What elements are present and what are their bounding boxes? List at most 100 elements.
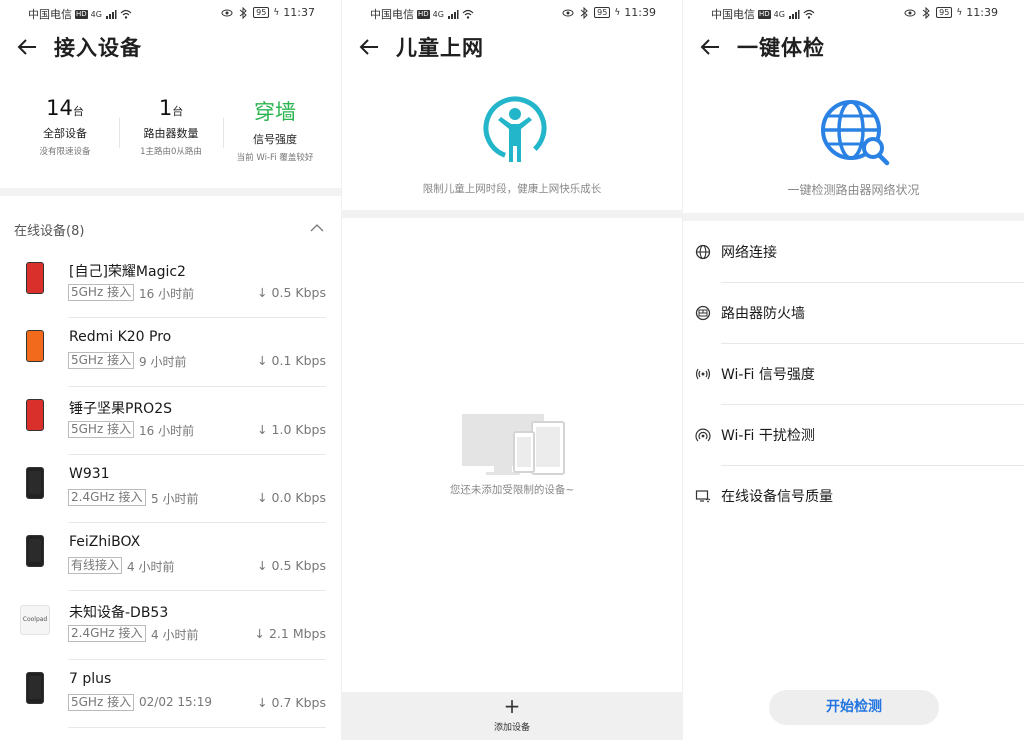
connection-tag: 2.4GHz 接入	[68, 625, 146, 643]
clock: 11:37	[283, 6, 315, 19]
wifi-interference-icon	[695, 428, 711, 442]
status-bar: 中国电信 HD 4G 95 ϟ 11:37	[0, 0, 341, 24]
signal-icon	[788, 10, 800, 19]
page-title: 接入设备	[54, 36, 142, 60]
phone-screen	[29, 266, 41, 289]
check-item-firewall[interactable]: 路由器防火墙	[683, 283, 1024, 344]
bluetooth-icon	[922, 6, 930, 19]
eye-icon	[221, 9, 233, 16]
device-row[interactable]: W931 2.4GHz 接入 5 小时前 ↓ 0.0 Kbps	[0, 455, 341, 524]
stat-all-devices[interactable]: 14台 全部设备 没有限速设备	[10, 96, 120, 157]
device-name: W931	[69, 465, 110, 482]
checkup-screen: 中国电信 HD 4G 95 ϟ 11:39 一键体检 一键检测路由器网络状况 网…	[682, 0, 1024, 740]
wifi-icon	[462, 9, 474, 19]
stat-router-count[interactable]: 1台 路由器数量 1主路由0从路由	[116, 96, 226, 157]
eye-icon	[904, 9, 916, 16]
device-row[interactable]: Redmi K20 Pro 5GHz 接入 9 小时前 ↓ 0.1 Kbps	[0, 318, 341, 387]
connection-tag: 5GHz 接入	[68, 420, 135, 438]
devices-screen: 中国电信 HD 4G 95 ϟ 11:37 接入设备 14台 全部设备 没有限速…	[0, 0, 341, 740]
huawei-phone-icon	[26, 262, 44, 294]
page-title: 儿童上网	[396, 36, 484, 60]
section-gap	[0, 188, 341, 196]
online-duration: 9 小时前	[139, 355, 187, 370]
black-phone-icon	[26, 466, 44, 499]
online-duration: 5 小时前	[151, 491, 199, 506]
devices-illustration-icon	[462, 414, 565, 475]
check-item-network[interactable]: 网络连接	[683, 222, 1024, 283]
back-arrow-icon[interactable]	[699, 36, 721, 58]
charging-icon: ϟ	[614, 7, 621, 18]
online-devices-header: 在线设备(8)	[14, 224, 85, 239]
online-duration: 16 小时前	[139, 287, 195, 301]
device-name: [自己]荣耀Magic2	[69, 264, 186, 280]
device-row[interactable]: 锤子坚果PRO2S 5GHz 接入 16 小时前 ↓ 1.0 Kbps	[0, 387, 341, 455]
stat-sub: 当前 Wi-Fi 覆盖较好	[236, 153, 314, 163]
check-items-list: 网络连接 路由器防火墙 Wi-Fi 信号强度 Wi-Fi 干扰检测 在线设备信号	[683, 222, 1024, 527]
device-row[interactable]: FeiZhiBOX 有线接入 4 小时前 ↓ 0.5 Kbps	[0, 523, 341, 592]
connection-tag: 有线接入	[68, 557, 123, 575]
device-row[interactable]: Coolpad 未知设备-DB53 2.4GHz 接入 4 小时前 ↓ 2.1 Mbps	[0, 591, 341, 660]
status-bar: 中国电信 HD 4G 95 ϟ 11:39	[683, 0, 1024, 24]
clock: 11:39	[966, 6, 998, 19]
device-name: 锤子坚果PRO2S	[69, 400, 172, 417]
back-arrow-icon[interactable]	[16, 36, 38, 58]
check-item-label: Wi-Fi 干扰检测	[721, 428, 815, 444]
stat-sub: 没有限速设备	[39, 147, 91, 157]
phone-screen	[29, 539, 41, 563]
stat-signal-strength[interactable]: 穿墙 信号强度 当前 Wi-Fi 覆盖较好	[220, 96, 330, 163]
bluetooth-icon	[580, 6, 588, 19]
signal-icon	[105, 10, 117, 19]
download-rate: ↓ 0.0 Kbps	[257, 489, 326, 505]
download-rate: ↓ 0.5 Kbps	[257, 285, 326, 300]
coolpad-logo-icon: Coolpad	[20, 605, 50, 636]
download-rate: ↓ 0.7 Kbps	[257, 694, 326, 710]
device-row[interactable]: [自己]荣耀Magic2 5GHz 接入 16 小时前 ↓ 0.5 Kbps	[0, 250, 341, 319]
title-bar: 接入设备	[0, 30, 341, 66]
checkup-description: 一键检测路由器网络状况	[787, 183, 920, 197]
device-row[interactable]: 7 plus 5GHz 接入 02/02 15:19 ↓ 0.7 Kbps	[0, 660, 341, 729]
device-list: [自己]荣耀Magic2 5GHz 接入 16 小时前 ↓ 0.5 Kbps Redmi…	[0, 250, 341, 729]
kids-description: 限制儿童上网时段，健康上网快乐成长	[422, 183, 602, 195]
connection-tag: 5GHz 接入	[68, 693, 135, 711]
hd-badge: HD	[758, 9, 771, 19]
wifi-icon	[120, 9, 132, 19]
carrier-label: 中国电信	[711, 8, 755, 21]
stats-summary: 14台 全部设备 没有限速设备 1台 路由器数量 1主路由0从路由 穿墙 信号强…	[0, 96, 341, 176]
globe-icon	[695, 244, 711, 260]
download-rate: ↓ 0.5 Kbps	[257, 558, 326, 574]
chevron-up-icon[interactable]	[309, 222, 325, 234]
wifi-strength-icon	[695, 368, 711, 380]
screenshot-collage: 中国电信 HD 4G 95 ϟ 11:37 接入设备 14台 全部设备 没有限速…	[0, 0, 1024, 740]
check-item-label: 在线设备信号质量	[721, 489, 833, 505]
battery-level: 95	[594, 7, 611, 18]
check-item-device-signal[interactable]: 在线设备信号质量	[683, 466, 1024, 527]
connection-tag: 2.4GHz 接入	[68, 488, 146, 506]
stat-unit: 台	[72, 105, 84, 118]
back-arrow-icon[interactable]	[358, 36, 380, 58]
online-duration: 4 小时前	[151, 628, 199, 643]
connection-tag: 5GHz 接入	[68, 284, 135, 301]
add-device-button[interactable]: + 添加设备	[342, 692, 682, 740]
title-bar: 一键体检	[683, 30, 1024, 66]
child-icon	[483, 96, 547, 162]
charging-icon: ϟ	[956, 7, 963, 18]
charging-icon: ϟ	[273, 7, 280, 18]
clock: 11:39	[624, 6, 656, 19]
phone-screen	[29, 402, 41, 426]
online-duration: 16 小时前	[139, 423, 195, 438]
phone-screen	[29, 470, 41, 494]
phone-screen	[29, 334, 41, 358]
stat-sub: 1主路由0从路由	[140, 147, 202, 157]
section-gap	[342, 210, 682, 218]
plus-icon: +	[503, 694, 521, 718]
check-item-wifi-strength[interactable]: Wi-Fi 信号强度	[683, 344, 1024, 405]
mi-phone-icon	[26, 330, 44, 363]
check-item-label: 网络连接	[721, 245, 777, 261]
kids-screen: 中国电信 HD 4G 95 ϟ 11:39 儿童上网 限制儿童上网时段，健康上网	[341, 0, 682, 740]
start-check-button[interactable]: 开始检测	[769, 690, 939, 725]
download-rate: ↓ 1.0 Kbps	[257, 421, 326, 437]
carrier-label: 中国电信	[370, 8, 414, 21]
connection-tag: 5GHz 接入	[68, 352, 135, 370]
download-rate: ↓ 0.1 Kbps	[257, 353, 326, 369]
check-item-wifi-interference[interactable]: Wi-Fi 干扰检测	[683, 405, 1024, 466]
